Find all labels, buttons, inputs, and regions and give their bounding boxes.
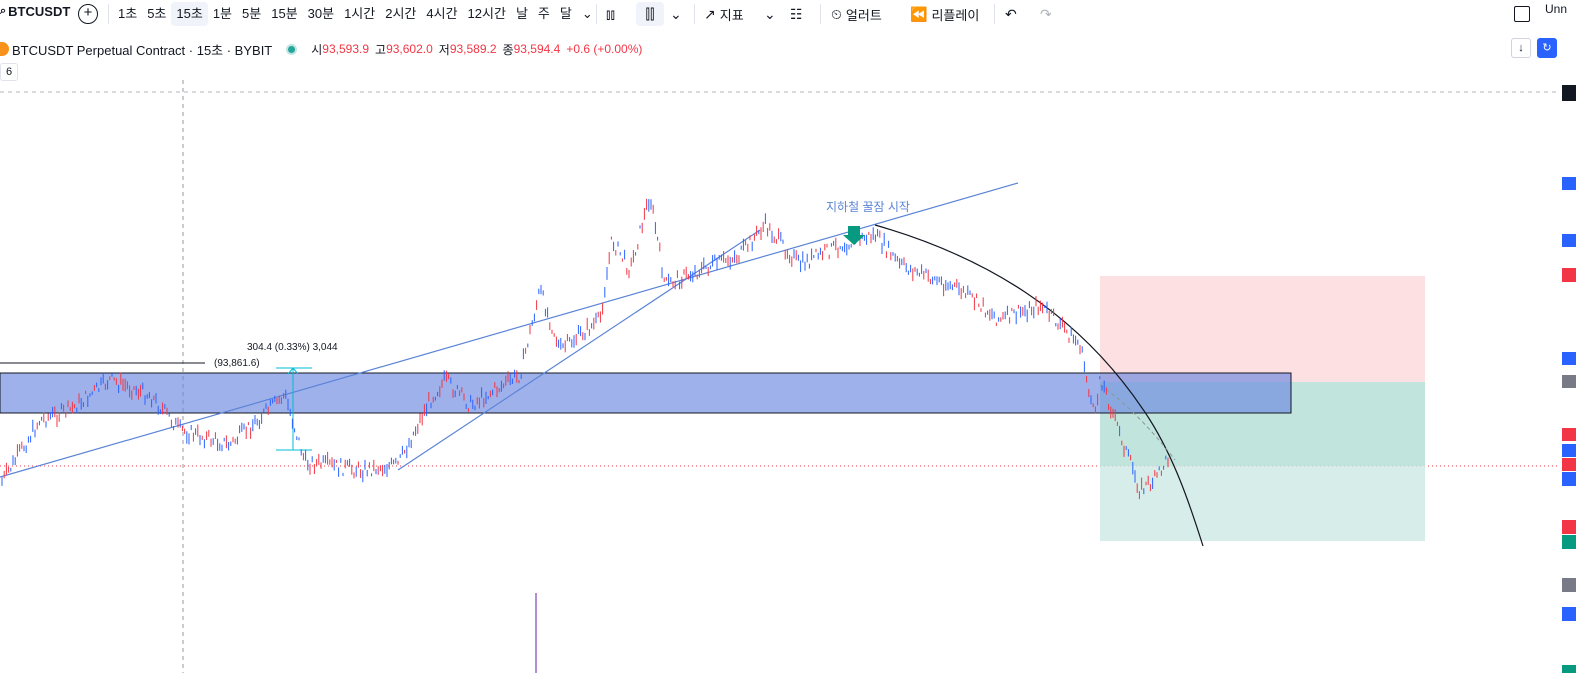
sync-icon[interactable]: ↻ — [1537, 38, 1557, 58]
top-toolbar: ⌕ BTCUSDT + 1초 5초 15초 1분 5분 15분 30분 1시간 … — [0, 0, 1576, 28]
scale-marker-11 — [1562, 520, 1576, 534]
scale-marker-2 — [1562, 177, 1576, 190]
candlestick-series — [1, 198, 1169, 500]
plus-circle-icon[interactable]: + — [78, 4, 98, 24]
scroll-down-icon[interactable]: ↓ — [1511, 38, 1531, 58]
candle-button[interactable]: ⫿⫿ — [636, 0, 664, 28]
interval-30m[interactable]: 30분 — [303, 2, 339, 26]
layout-grid-icon: ☷ — [790, 6, 803, 22]
layout-name[interactable]: Unn — [1545, 2, 1567, 16]
toolbar-divider — [820, 4, 821, 24]
change-value: +0.6 (+0.00%) — [566, 42, 643, 56]
market-status-icon[interactable] — [286, 43, 298, 55]
indicators-label: 지표 — [719, 7, 744, 23]
redo-button[interactable]: ↷ — [1040, 0, 1052, 28]
replay-label: 리플레이 — [931, 7, 980, 23]
legend-collapse-toggle[interactable]: 6 — [0, 63, 18, 81]
layout-button[interactable]: ☷ — [790, 0, 803, 28]
legend-collapse-count: 6 — [5, 66, 13, 78]
scale-marker-15 — [1562, 665, 1576, 673]
scale-marker-10 — [1562, 472, 1576, 486]
interval-day[interactable]: 날 — [511, 2, 533, 26]
down-arrow-marker — [843, 226, 865, 245]
interval-15m[interactable]: 15분 — [266, 2, 302, 26]
indicators-dropdown[interactable]: ⌄ — [764, 0, 776, 28]
scale-marker-4 — [1562, 268, 1576, 282]
scale-marker-6 — [1562, 375, 1576, 388]
scale-marker-7 — [1562, 428, 1576, 441]
interval-1h[interactable]: 1시간 — [339, 2, 380, 26]
scale-marker-8 — [1562, 444, 1576, 457]
symbol-legend: BTCUSDT Perpetual Contract · 15초 · BYBIT… — [0, 38, 642, 60]
interval-5m[interactable]: 5분 — [237, 2, 266, 26]
chevron-down-icon: ⌄ — [670, 6, 682, 22]
candle-icon: ⫿⫿ — [636, 2, 664, 26]
price-chart[interactable]: 지하철 꿀잠 시작 304.4 (0.33%) 3,044 (93,861.6) — [0, 0, 1576, 673]
annotation-text: 지하철 꿀잠 시작 — [826, 200, 910, 214]
interval-1m[interactable]: 1분 — [208, 2, 237, 26]
scale-marker-3 — [1562, 234, 1576, 247]
replay-button[interactable]: ⏪ 리플레이 — [910, 0, 979, 28]
undo-button[interactable]: ↶ — [1005, 0, 1017, 28]
trend-line-long — [0, 182, 1019, 478]
low-value: 93,589.2 — [449, 42, 497, 56]
alert-label: 얼러트 — [845, 7, 882, 23]
interval-4h[interactable]: 4시간 — [421, 2, 462, 26]
scale-marker-9 — [1562, 458, 1576, 471]
close-label: 종 — [502, 42, 514, 57]
alert-clock-icon: ⏲ — [831, 6, 842, 22]
open-value: 93,593.9 — [322, 42, 370, 56]
scale-marker-1 — [1562, 85, 1576, 101]
chevron-down-icon: ⌄ — [764, 6, 776, 22]
bar-chart-icon: ⫾⫾ — [606, 6, 615, 22]
symbol-name: BTCUSDT — [8, 4, 71, 19]
interval-week[interactable]: 주 — [533, 2, 555, 26]
bitcoin-logo-icon — [0, 42, 9, 56]
high-label: 고 — [375, 42, 387, 57]
redo-icon: ↷ — [1040, 6, 1052, 22]
interval-1s[interactable]: 1초 — [113, 2, 142, 26]
stop-loss-zone — [1100, 276, 1425, 382]
indicators-icon: ↗ — [704, 6, 716, 22]
fullscreen-icon — [1514, 6, 1530, 22]
interval-list: 1초 5초 15초 1분 5분 15분 30분 1시간 2시간 4시간 12시간… — [113, 0, 598, 28]
scale-marker-14 — [1562, 607, 1576, 621]
scale-marker-13 — [1562, 578, 1576, 592]
fullscreen-button[interactable] — [1514, 0, 1530, 28]
toolbar-divider — [108, 4, 109, 24]
toolbar-divider — [994, 4, 995, 24]
price-label: (93,861.6) — [214, 358, 260, 369]
measure-label: 304.4 (0.33%) 3,044 — [247, 342, 338, 353]
toolbar-divider — [694, 4, 695, 24]
indicators-button[interactable]: ↗ 지표 — [704, 0, 744, 28]
legend-title[interactable]: BTCUSDT Perpetual Contract · 15초 · BYBIT — [12, 40, 272, 59]
interval-12h[interactable]: 12시간 — [463, 2, 511, 26]
chart-type-dropdown[interactable]: ⌄ — [670, 0, 682, 28]
toolbar-divider — [596, 4, 597, 24]
low-label: 저 — [438, 42, 450, 57]
scale-marker-5 — [1562, 352, 1576, 365]
interval-5s[interactable]: 5초 — [142, 2, 171, 26]
close-value: 93,594.4 — [513, 42, 561, 56]
undo-icon: ↶ — [1005, 6, 1017, 22]
chevron-down-icon[interactable]: ⌄ — [577, 2, 598, 26]
scale-marker-12 — [1562, 535, 1576, 549]
alert-button[interactable]: ⏲ 얼러트 — [831, 0, 882, 28]
high-value: 93,602.0 — [386, 42, 433, 56]
interval-2h[interactable]: 2시간 — [380, 2, 421, 26]
replay-icon: ⏪ — [910, 6, 928, 22]
interval-month[interactable]: 달 — [555, 2, 577, 26]
search-icon: ⌕ — [0, 5, 7, 17]
support-zone-rect — [0, 372, 1292, 414]
interval-15s[interactable]: 15초 — [171, 2, 208, 26]
bar-chart-button[interactable]: ⫾⫾ — [606, 0, 615, 28]
open-label: 시 — [311, 42, 323, 57]
symbol-search[interactable]: ⌕ BTCUSDT — [0, 4, 70, 19]
